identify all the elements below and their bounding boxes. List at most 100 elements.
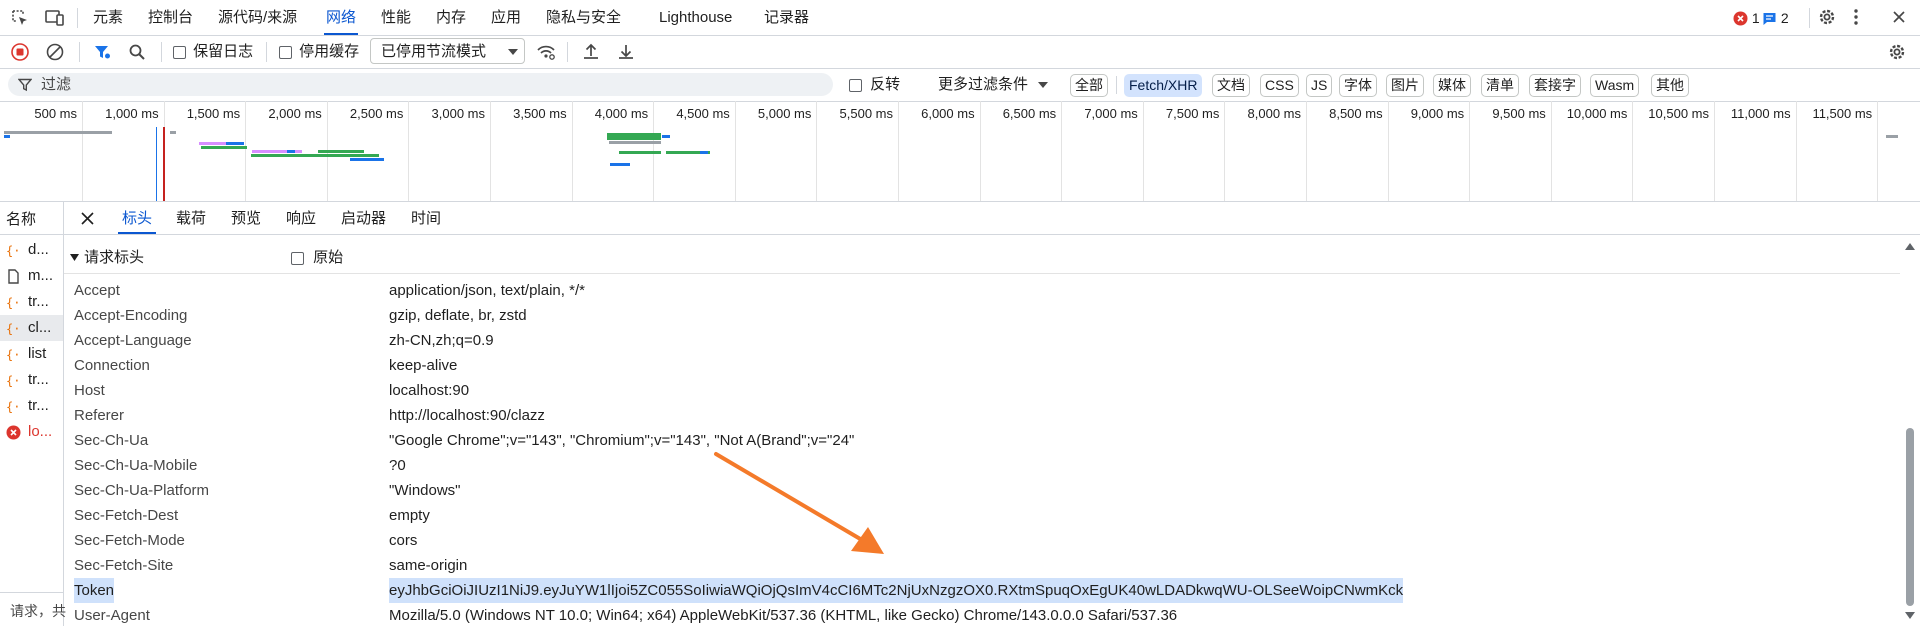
raw-check[interactable]	[291, 251, 304, 265]
header-name: Accept-Encoding	[74, 307, 188, 324]
scrollbar-thumb[interactable]	[1906, 428, 1914, 606]
header-value[interactable]: Mozilla/5.0 (Windows NT 10.0; Win64; x64…	[389, 603, 1177, 628]
request-name: list	[28, 345, 47, 362]
disable-cache-check[interactable]	[279, 45, 292, 59]
header-row: Token eyJhbGciOiJIUzI1NiJ9.eyJuYW1lIjoi5Z…	[64, 578, 1900, 603]
disable-cache-checkbox[interactable]: 停用缓存	[279, 43, 359, 61]
tab-memory[interactable]: 内存	[436, 0, 466, 35]
header-value[interactable]: zh-CN,zh;q=0.9	[389, 328, 494, 353]
scroll-up-arrow-icon[interactable]	[1905, 243, 1915, 250]
type-filter-img[interactable]: 图片	[1386, 74, 1424, 97]
name-column-header[interactable]: 名称	[6, 208, 36, 229]
tab-elements[interactable]: 元素	[93, 0, 123, 35]
request-name: tr...	[28, 397, 49, 414]
request-row[interactable]: lo...	[0, 419, 63, 445]
type-filter-js[interactable]: JS	[1306, 74, 1333, 97]
type-filter-css[interactable]: CSS	[1260, 74, 1299, 97]
tab-sources[interactable]: 源代码/来源	[218, 0, 297, 35]
stop-recording-icon[interactable]	[11, 43, 29, 61]
export-har-icon[interactable]	[617, 42, 635, 62]
header-value[interactable]: "Windows"	[389, 478, 461, 503]
header-value[interactable]: keep-alive	[389, 353, 457, 378]
message-count-badge[interactable]: 2	[1762, 9, 1789, 27]
import-har-icon[interactable]	[582, 42, 600, 62]
request-name: d...	[28, 241, 49, 258]
header-value[interactable]: empty	[389, 503, 430, 528]
more-options-icon[interactable]	[1853, 8, 1859, 26]
invert-checkbox[interactable]: 反转	[849, 76, 900, 94]
request-row[interactable]: {·} tr...	[0, 393, 63, 419]
tab-timing[interactable]: 时间	[411, 202, 441, 234]
filter-input[interactable]: 过滤	[8, 73, 833, 96]
header-name: Sec-Ch-Ua-Platform	[74, 482, 210, 499]
type-filter-media[interactable]: 媒体	[1433, 74, 1471, 97]
type-filter-font[interactable]: 字体	[1339, 74, 1377, 97]
error-count-badge[interactable]: 1	[1733, 9, 1760, 27]
header-value[interactable]: http://localhost:90/clazz	[389, 403, 545, 428]
overview-bar	[287, 150, 295, 153]
request-row[interactable]: {·} list	[0, 341, 63, 367]
preserve-log-checkbox[interactable]: 保留日志	[173, 43, 253, 61]
scroll-down-arrow-icon[interactable]	[1905, 612, 1915, 619]
type-filter-all[interactable]: 全部	[1070, 74, 1108, 97]
details-scrollbar[interactable]	[1900, 235, 1920, 626]
request-row[interactable]: {·} tr...	[0, 367, 63, 393]
preserve-log-check[interactable]	[173, 45, 186, 59]
network-settings-gear-icon[interactable]	[1887, 42, 1907, 62]
tab-performance[interactable]: 性能	[381, 0, 411, 35]
more-filters-dropdown[interactable]: 更多过滤条件	[938, 76, 1049, 94]
filter-icon[interactable]	[93, 43, 111, 61]
tab-response[interactable]: 响应	[286, 202, 316, 234]
network-conditions-icon[interactable]	[536, 43, 556, 61]
header-value[interactable]: gzip, deflate, br, zstd	[389, 303, 527, 328]
disable-cache-label: 停用缓存	[299, 43, 360, 60]
header-value[interactable]: ?0	[389, 453, 406, 478]
type-filter-manifest[interactable]: 清单	[1481, 74, 1519, 97]
invert-check[interactable]	[849, 78, 862, 92]
tab-lighthouse[interactable]: Lighthouse	[659, 0, 732, 35]
header-value[interactable]: application/json, text/plain, */*	[389, 278, 585, 303]
type-filter-fetch-xhr[interactable]: Fetch/XHR	[1124, 74, 1203, 97]
raw-headers-toggle[interactable]: 原始	[291, 249, 343, 267]
tab-payload[interactable]: 载荷	[176, 202, 206, 234]
type-filter-socket[interactable]: 套接字	[1529, 74, 1581, 97]
request-name: cl...	[28, 319, 52, 336]
type-filter-wasm[interactable]: Wasm	[1590, 74, 1640, 97]
tab-privacy-security[interactable]: 隐私与安全	[546, 0, 621, 35]
header-value[interactable]: localhost:90	[389, 378, 469, 403]
header-value[interactable]: eyJhbGciOiJIUzI1NiJ9.eyJuYW1lIjoi5ZC055S…	[389, 578, 1404, 603]
tab-console[interactable]: 控制台	[148, 0, 193, 35]
request-row[interactable]: {·} tr...	[0, 289, 63, 315]
header-name: Host	[74, 382, 105, 399]
type-filter-other[interactable]: 其他	[1651, 74, 1689, 97]
request-row[interactable]: m...	[0, 263, 63, 289]
request-name: tr...	[28, 293, 49, 310]
request-row[interactable]: {·} cl...	[0, 315, 63, 341]
tab-preview[interactable]: 预览	[231, 202, 261, 234]
document-icon	[6, 269, 21, 284]
close-devtools-icon[interactable]	[1891, 9, 1907, 25]
close-detail-icon[interactable]	[81, 212, 94, 225]
request-headers-section-header[interactable]: 请求标头 原始	[64, 243, 1900, 274]
search-icon[interactable]	[128, 43, 146, 61]
tab-application[interactable]: 应用	[491, 0, 521, 35]
raw-label: 原始	[313, 249, 344, 266]
device-toolbar-icon[interactable]	[45, 9, 65, 27]
network-overview[interactable]: 500 ms 1,000 ms 1,500 ms 2,000 ms 2,500 ms 3,…	[0, 101, 1920, 202]
type-filter-doc[interactable]: 文档	[1212, 74, 1250, 97]
tab-network[interactable]: 网络	[323, 0, 359, 35]
throttling-select[interactable]: 已停用节流模式	[370, 38, 525, 64]
inspect-element-icon[interactable]	[11, 9, 29, 27]
header-value[interactable]: cors	[389, 528, 417, 553]
header-value[interactable]: same-origin	[389, 553, 467, 578]
tab-recorder[interactable]: 记录器	[764, 0, 809, 35]
tab-headers[interactable]: 标头	[117, 202, 157, 234]
settings-gear-icon[interactable]	[1817, 7, 1837, 27]
overview-tick-label: 6,500 ms	[1002, 106, 1057, 121]
request-count-status: 请求，共	[10, 603, 66, 619]
overview-gridline	[1387, 101, 1389, 201]
request-row[interactable]: {·} d...	[0, 237, 63, 263]
overview-gridline	[1061, 101, 1063, 201]
clear-icon[interactable]	[46, 43, 64, 61]
tab-initiator[interactable]: 启动器	[341, 202, 386, 234]
